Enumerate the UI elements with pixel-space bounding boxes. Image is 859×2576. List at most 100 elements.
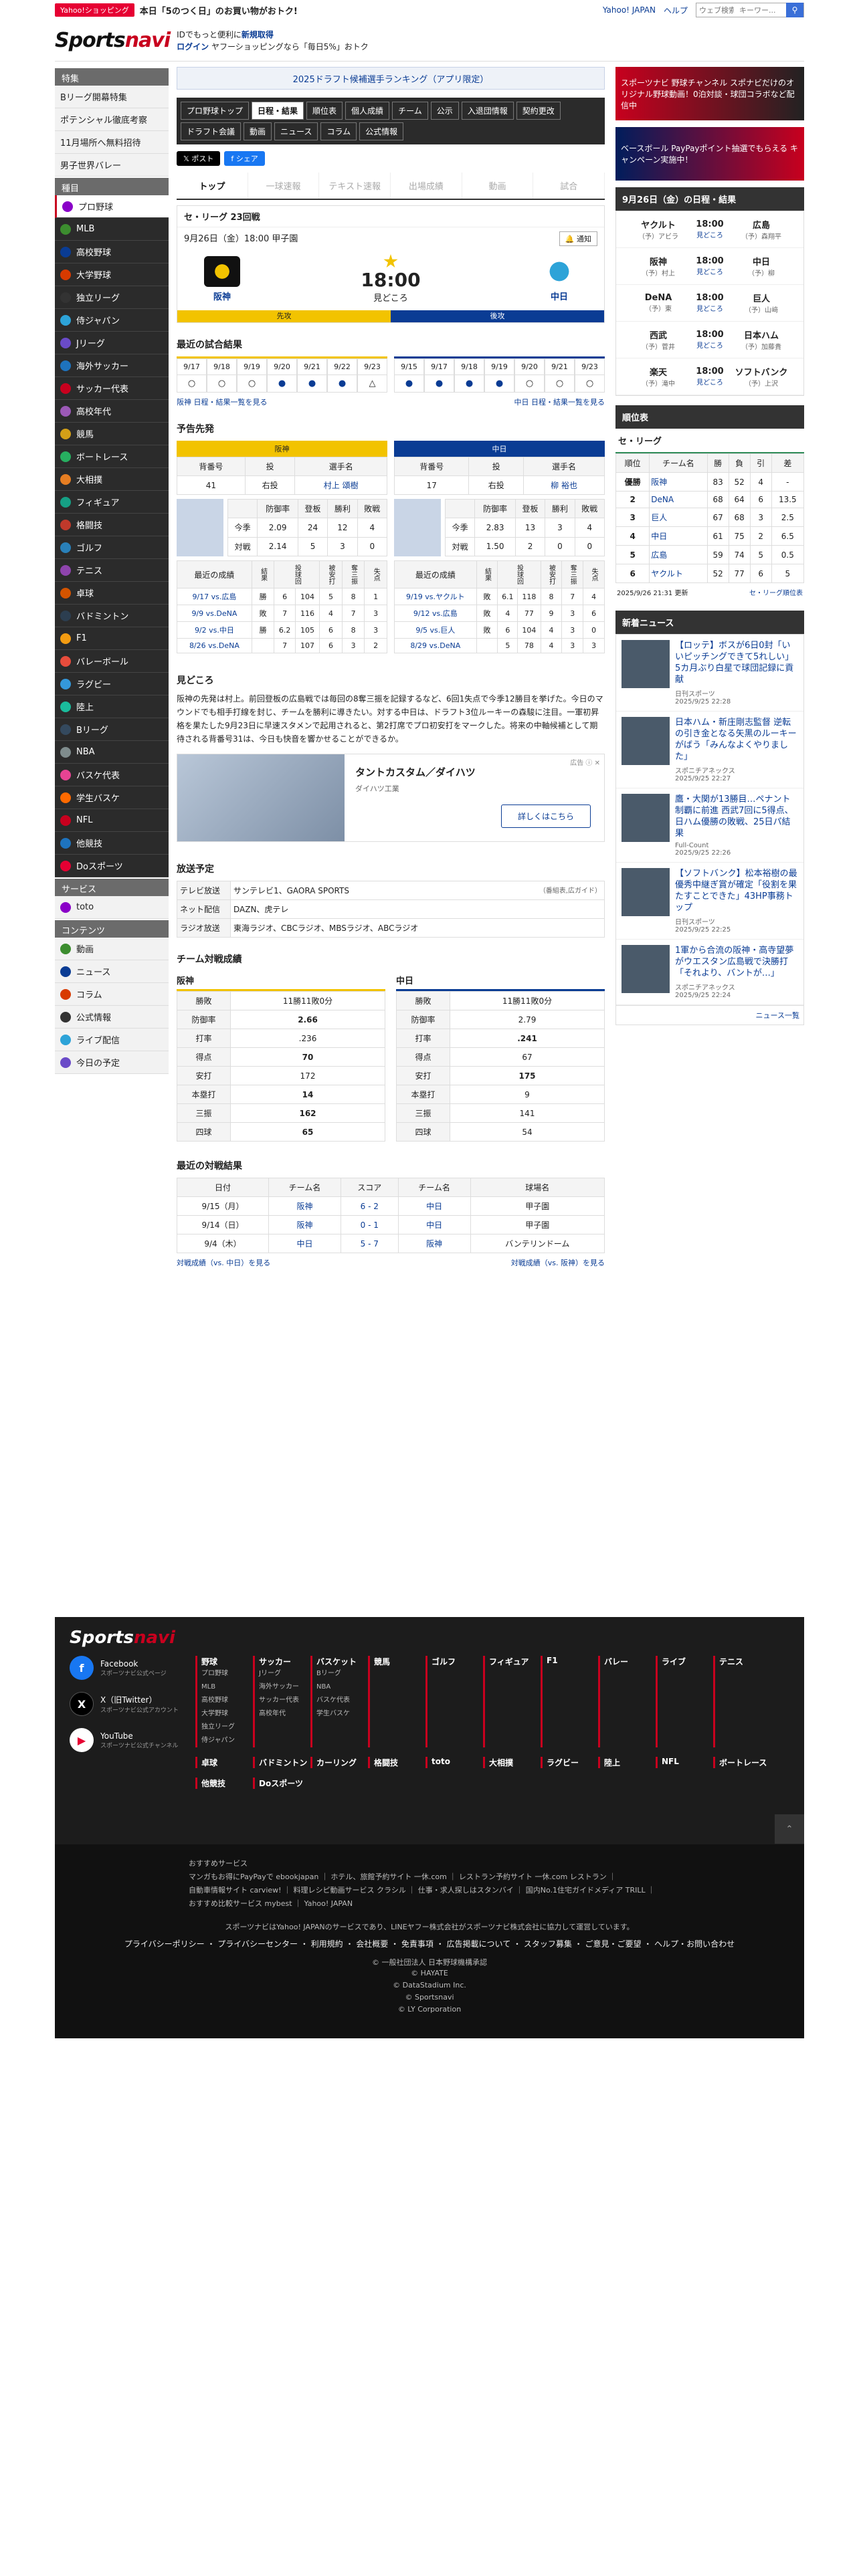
footer-sport-column[interactable]: 大相撲: [483, 1757, 541, 1768]
sidebar-item[interactable]: 男子世界バレー: [55, 154, 169, 177]
sidebar-item[interactable]: F1: [55, 627, 169, 650]
footer-sport-column[interactable]: ゴルフ: [425, 1656, 483, 1747]
footer-sport-title[interactable]: 格闘技: [374, 1757, 425, 1768]
sidebar-item[interactable]: ゴルフ: [55, 536, 169, 559]
footer-sub-links[interactable]: Bリーグ NBA バスケ代表 学生バスケ: [316, 1667, 368, 1721]
footer-sport-column[interactable]: NFL: [656, 1757, 713, 1768]
news-headline[interactable]: 【ロッテ】ボスが6日0封「いいピッチングできて5れしい」5カ月ぶり白星で球団記録…: [675, 640, 798, 685]
sidebar-item[interactable]: Doスポーツ: [55, 855, 169, 877]
footer-sub-links[interactable]: プロ野球 MLB 高校野球 大学野球 独立リーグ 侍ジャパン: [201, 1667, 253, 1747]
footer-sport-title[interactable]: ボートレース: [719, 1757, 771, 1768]
recent-game-cell[interactable]: 9/2 vs.中日: [177, 621, 252, 639]
standings-cell[interactable]: 中日: [649, 526, 708, 546]
recent-result-mark[interactable]: ●: [267, 375, 297, 393]
footer-sport-column[interactable]: バレー: [598, 1656, 656, 1747]
recent-result-mark[interactable]: ●: [484, 375, 514, 393]
sidebar-item[interactable]: 動画: [55, 938, 169, 960]
footer-sport-title[interactable]: 大相撲: [489, 1757, 541, 1768]
tv-guide-link[interactable]: （番組表,広ガイド）: [539, 885, 601, 895]
footer-sport-column[interactable]: ラグビー: [541, 1757, 598, 1768]
recent-result-mark[interactable]: ○: [514, 375, 545, 393]
pitcher-name-link[interactable]: 村上 頌樹: [324, 481, 359, 490]
footer-policy-links[interactable]: プライバシーポリシー ・ プライバシーセンター ・ 利用規約 ・ 会社概要 ・ …: [55, 1938, 804, 1949]
footer-sport-title[interactable]: 競馬: [374, 1656, 425, 1667]
standings-cell[interactable]: 阪神: [649, 472, 708, 492]
sidebar-item[interactable]: ラグビー: [55, 673, 169, 695]
recent-result-mark[interactable]: △: [357, 375, 387, 393]
footer-logo[interactable]: Sportsnavi: [70, 1628, 175, 1648]
nav-tab[interactable]: コラム: [320, 122, 357, 140]
recent-game-cell[interactable]: 8/26 vs.DeNA: [177, 638, 252, 653]
sidebar-item[interactable]: バドミントン: [55, 605, 169, 627]
today-game[interactable]: ヤクルト （予）アビラ 18:00 見どころ 広島 （予）森翔平: [616, 211, 803, 248]
recent-game-link[interactable]: 9/17 vs.広島: [192, 593, 236, 601]
youtube-link[interactable]: ▶ YouTube スポーツナビ公式チャンネル: [70, 1728, 179, 1752]
vs-cell[interactable]: 6 - 2: [340, 1196, 399, 1216]
footer-sport-column[interactable]: テニス: [713, 1656, 771, 1747]
x-post-button[interactable]: 𝕏 ポスト: [177, 151, 221, 166]
sidebar-item[interactable]: 高校年代: [55, 400, 169, 423]
sidebar-item[interactable]: 陸上: [55, 695, 169, 718]
game-status[interactable]: 18:00 見どころ: [361, 254, 421, 304]
nav-tab[interactable]: 個人成績: [345, 102, 390, 120]
sidebar-item[interactable]: ニュース: [55, 960, 169, 983]
nav-tab[interactable]: 公式情報: [359, 122, 404, 140]
sidebar-item[interactable]: ポテンシャル徹底考察: [55, 108, 169, 131]
nav-tab[interactable]: ドラフト会議: [181, 122, 242, 140]
draft-ranking-banner[interactable]: 2025ドラフト候補選手ランキング（アプリ限定）: [177, 67, 605, 90]
today-game[interactable]: 西武 （予）菅井 18:00 見どころ 日本ハム （予）加藤貴: [616, 322, 803, 358]
away-team[interactable]: 中日: [541, 255, 577, 302]
footer-sport-column[interactable]: 卓球: [195, 1757, 253, 1768]
pitcher-name[interactable]: 柳 裕也: [523, 475, 605, 495]
sidebar-item[interactable]: Jリーグ: [55, 332, 169, 354]
sidebar-item[interactable]: NBA: [55, 741, 169, 764]
vs-cell[interactable]: 中日: [397, 1215, 471, 1235]
sidebar-item[interactable]: 他競技: [55, 832, 169, 855]
footer-sport-title[interactable]: NFL: [662, 1757, 713, 1766]
baseball-channel-banner[interactable]: スポーツナビ 野球チャンネル スポナビだけのオリジナル野球動画！0泊対談・球団コ…: [615, 67, 804, 120]
game-subtab[interactable]: 出場成績: [391, 173, 462, 199]
sidebar-item[interactable]: 大学野球: [55, 263, 169, 286]
footer-sport-title[interactable]: バレー: [604, 1656, 656, 1667]
news-headline[interactable]: 1軍から合流の阪神・高寺望夢がウエスタン広島戦で決勝打「それより、バントが…」: [675, 945, 798, 979]
recent-game-link[interactable]: 9/2 vs.中日: [195, 626, 234, 635]
news-headline[interactable]: 日本ハム・新庄剛志監督 逆転の引き金となる矢黒のルーキーがばう「みんなよくやりま…: [675, 717, 798, 762]
footer-sport-title[interactable]: ラグビー: [547, 1757, 598, 1768]
sidebar-item[interactable]: プロ野球: [55, 195, 169, 218]
recent-game-link[interactable]: 9/9 vs.DeNA: [191, 609, 237, 618]
nav-tab[interactable]: 日程・結果: [252, 102, 304, 120]
recent-game-cell[interactable]: 9/19 vs.ヤクルト: [394, 588, 477, 605]
nav-tab[interactable]: プロ野球トップ: [181, 102, 250, 120]
game-subtab[interactable]: テキスト速報: [319, 173, 391, 199]
sidebar-item[interactable]: フィギュア: [55, 491, 169, 514]
news-item[interactable]: 【ロッテ】ボスが6日0封「いいピッチングできて5れしい」5カ月ぶり白星で球団記録…: [616, 635, 803, 712]
sidebar-item[interactable]: toto: [55, 896, 169, 919]
footer-sport-column[interactable]: フィギュア: [483, 1656, 541, 1747]
sidebar-item[interactable]: バレーボール: [55, 650, 169, 673]
sidebar-item[interactable]: ボートレース: [55, 445, 169, 468]
notify-button[interactable]: 🔔 通知: [559, 231, 597, 246]
game-subtab[interactable]: 動画: [462, 173, 534, 199]
home-team[interactable]: 阪神: [204, 255, 240, 302]
recent-game-link[interactable]: 8/26 vs.DeNA: [189, 641, 240, 650]
footer-sport-title[interactable]: ゴルフ: [432, 1656, 483, 1667]
game-subtab[interactable]: トップ: [177, 173, 248, 199]
today-game[interactable]: 楽天 （予）滝中 18:00 見どころ ソフトバンク （予）上沢: [616, 358, 803, 395]
recent-game-link[interactable]: 9/12 vs.広島: [413, 609, 458, 618]
nav-tab[interactable]: チーム: [392, 102, 428, 120]
vs-cell[interactable]: 5 - 7: [340, 1234, 399, 1253]
footer-sport-column[interactable]: 野球 プロ野球 MLB 高校野球 大学野球 独立リーグ 侍ジャパン: [195, 1656, 253, 1747]
recent-game-cell[interactable]: 8/29 vs.DeNA: [394, 638, 477, 653]
footer-sport-title[interactable]: サッカー: [259, 1656, 310, 1667]
recent-game-cell[interactable]: 9/5 vs.巨人: [394, 621, 477, 639]
footer-sport-column[interactable]: ボートレース: [713, 1757, 771, 1768]
standings-link[interactable]: セ・リーグ順位表: [749, 587, 803, 597]
sidebar-item[interactable]: NFL: [55, 809, 169, 832]
facebook-share-button[interactable]: f シェア: [224, 151, 265, 166]
news-item[interactable]: 鷹・大関が13勝目…ペナント制覇に前進 西武7回に5得点、日ハム優勝の敗戦、25…: [616, 788, 803, 863]
news-headline[interactable]: 【ソフトバンク】松本裕樹の最優秀中継ぎ賞が確定「役割を果たすことできた」43HP…: [675, 868, 798, 914]
sidebar-item[interactable]: MLB: [55, 218, 169, 241]
footer-sport-column[interactable]: toto: [425, 1757, 483, 1768]
standings-cell[interactable]: DeNA: [649, 491, 708, 508]
footer-sport-title[interactable]: バスケット: [316, 1656, 368, 1667]
